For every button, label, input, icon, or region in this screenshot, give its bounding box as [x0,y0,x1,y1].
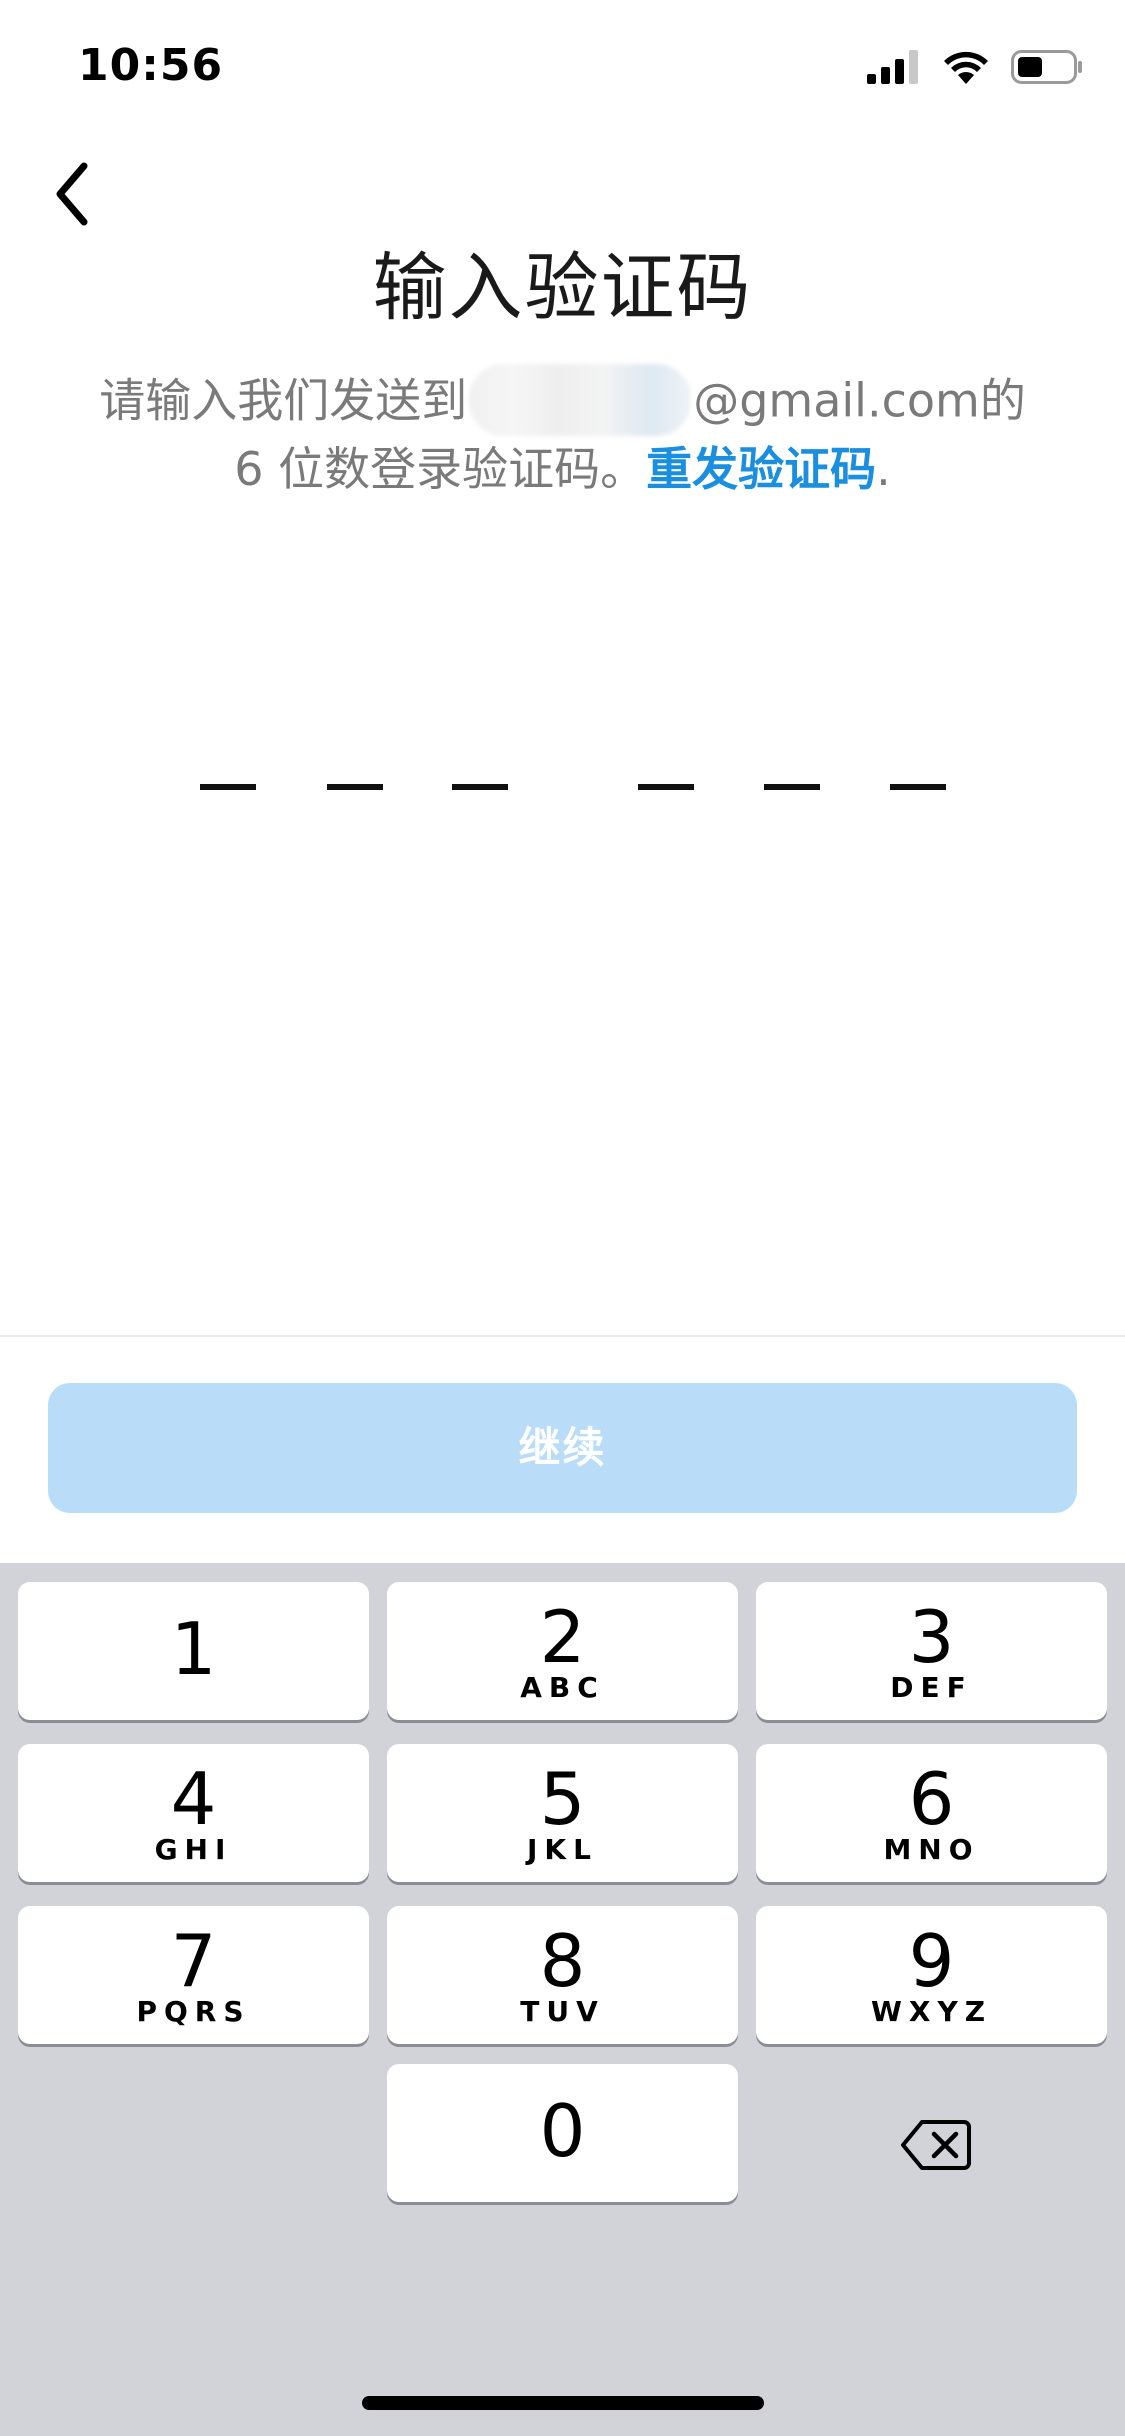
key-0[interactable]: 0 [387,2064,738,2202]
code-slot-2[interactable] [327,784,383,790]
key-4[interactable]: 4 GHI [18,1744,369,1882]
battery-icon [1011,50,1083,88]
backspace-icon [900,2119,972,2175]
code-slot-4[interactable] [638,784,694,790]
key-5[interactable]: 5 JKL [387,1744,738,1882]
key-6[interactable]: 6 MNO [756,1744,1107,1882]
key-9[interactable]: 9 WXYZ [756,1906,1107,2044]
key-digit: 1 [170,1607,217,1691]
instruction-email-suffix: @gmail.com [693,373,980,428]
wifi-icon [943,50,989,88]
code-slot-3[interactable] [452,784,508,790]
key-letters: GHI [154,1833,233,1866]
key-digit: 4 [170,1757,217,1841]
code-slot-5[interactable] [764,784,820,790]
key-letters: DEF [890,1671,973,1704]
backspace-button[interactable] [760,2078,1111,2216]
cellular-signal-icon [867,50,921,88]
key-digit: 9 [908,1919,955,2003]
key-letters: TUV [520,1995,605,2028]
continue-button[interactable]: 继续 [48,1383,1077,1513]
page-title: 输入验证码 [372,245,753,331]
back-button[interactable] [36,160,108,232]
key-digit: 7 [170,1919,217,2003]
key-2[interactable]: 2 ABC [387,1582,738,1720]
key-8[interactable]: 8 TUV [387,1906,738,2044]
redacted-email-blur [469,364,692,436]
key-digit: 8 [539,1919,586,2003]
key-3[interactable]: 3 DEF [756,1582,1107,1720]
code-slot-6[interactable] [890,784,946,790]
instruction-line2-end: . [876,442,891,496]
key-digit: 5 [539,1757,586,1841]
instruction-suffix: 的 [979,373,1026,428]
key-letters: ABC [520,1671,605,1704]
home-indicator[interactable] [362,2396,764,2410]
key-digit: 3 [908,1595,955,1679]
key-digit: 2 [539,1595,586,1679]
instruction-line-2: 6 位数登录验证码。重发验证码. [60,440,1065,498]
key-letters: WXYZ [870,1995,993,2028]
key-letters: MNO [883,1833,980,1866]
key-letters: JKL [527,1833,598,1866]
code-input[interactable] [0,760,1125,820]
status-bar: 10:56 [0,0,1125,132]
chevron-left-icon [52,162,92,230]
key-1[interactable]: 1 [18,1582,369,1720]
status-icons [867,50,1083,88]
resend-code-link[interactable]: 重发验证码 [646,442,876,496]
key-digit: 6 [908,1757,955,1841]
key-7[interactable]: 7 PQRS [18,1906,369,2044]
code-slot-1[interactable] [200,784,256,790]
status-time: 10:56 [78,40,224,91]
key-digit: 0 [539,2089,586,2173]
instruction-line2-text: 6 位数登录验证码。 [234,442,647,496]
divider [0,1335,1125,1337]
key-letters: PQRS [136,1995,251,2028]
instruction-prefix: 请输入我们发送到 [99,373,468,428]
instruction-text: 请输入我们发送到 @gmail.com的 6 位数登录验证码。重发验证码. [60,364,1065,498]
instruction-line-1: 请输入我们发送到 @gmail.com的 [60,364,1065,440]
